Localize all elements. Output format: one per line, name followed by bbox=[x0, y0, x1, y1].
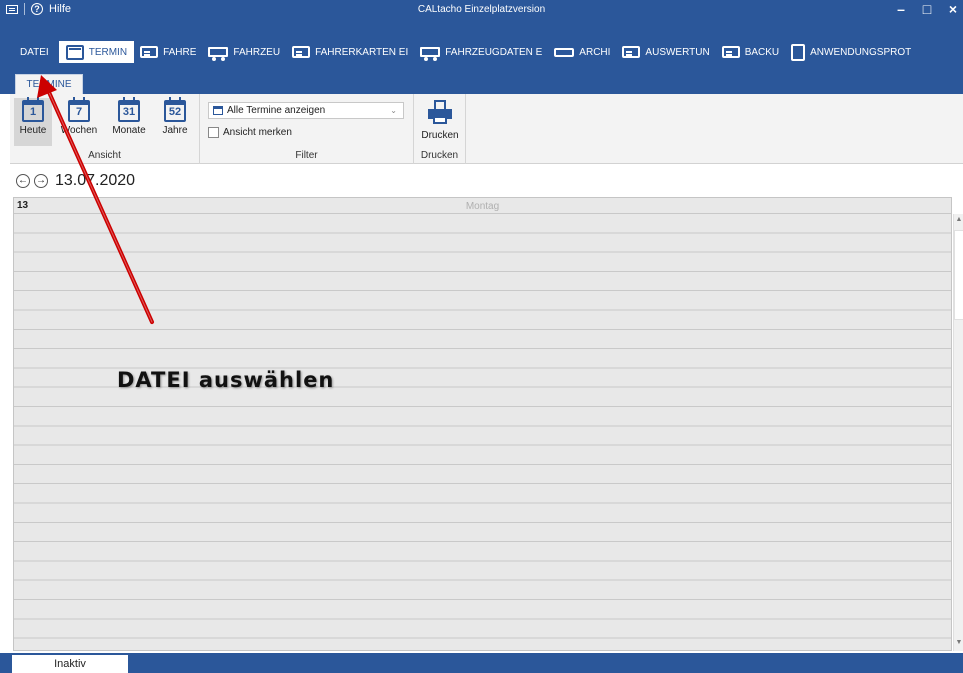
menu-file-label: DATEI bbox=[20, 46, 49, 58]
calendar-icon bbox=[213, 106, 223, 115]
menu-fahrzeuge[interactable]: FAHRZEU bbox=[202, 41, 286, 63]
close-button[interactable]: × bbox=[947, 1, 959, 17]
menu-item-label: ARCHI bbox=[579, 46, 611, 58]
calendar-day-icon: 1 bbox=[22, 97, 44, 122]
calendar-month-icon: 31 bbox=[118, 97, 140, 122]
calendar-icon bbox=[65, 44, 84, 60]
years-label: Jahre bbox=[162, 125, 188, 136]
main-menu-bar: DATEI TERMIN FAHRE FAHRZEU FAHRERKARTEN … bbox=[0, 38, 963, 66]
years-button[interactable]: 52 Jahre bbox=[156, 97, 194, 146]
filter-group: Alle Termine anzeigen ⌄ Ansicht merken F… bbox=[200, 94, 414, 164]
calendar-week-icon: 7 bbox=[68, 97, 90, 122]
today-button[interactable]: 1 Heute bbox=[14, 97, 52, 146]
driver-card-icon bbox=[140, 46, 159, 58]
date-navigation: ← → 13.07.2020 bbox=[10, 166, 963, 196]
title-bar: ? Hilfe CALtacho Einzelplatzversion – □ … bbox=[0, 0, 963, 38]
months-label: Monate bbox=[112, 125, 146, 136]
menu-archiv[interactable]: ARCHI bbox=[548, 41, 616, 63]
calendar-year-icon: 52 bbox=[164, 97, 186, 122]
menu-file[interactable]: DATEI bbox=[10, 41, 59, 63]
minimize-button[interactable]: – bbox=[895, 1, 907, 17]
tab-termine[interactable]: TERMINE bbox=[15, 74, 83, 94]
chevron-down-icon: ⌄ bbox=[390, 106, 397, 115]
menu-item-label: ANWENDUNGSPROT bbox=[810, 46, 912, 58]
today-label: Heute bbox=[19, 125, 47, 136]
maximize-button[interactable]: □ bbox=[921, 1, 933, 17]
previous-day-button[interactable]: ← bbox=[16, 174, 30, 188]
time-slots[interactable] bbox=[14, 214, 951, 650]
months-button[interactable]: 31 Monate bbox=[110, 97, 148, 146]
weeks-button[interactable]: 7 Wochen bbox=[60, 97, 98, 146]
print-button[interactable]: Drucken bbox=[419, 98, 461, 146]
printer-icon bbox=[428, 100, 452, 126]
day-view[interactable]: 13 Montag bbox=[13, 197, 952, 651]
view-group-label: Ansicht bbox=[88, 150, 121, 161]
view-group: 1 Heute 7 Wochen 31 Monate 52 Jahre Ansi… bbox=[10, 94, 200, 164]
status-bar: Inaktiv bbox=[0, 653, 963, 673]
print-group: Drucken Drucken bbox=[414, 94, 466, 164]
window-title: CALtacho Einzelplatzversion bbox=[417, 4, 546, 15]
menu-item-label: FAHRERKARTEN EI bbox=[315, 46, 409, 58]
menu-item-label: FAHRE bbox=[163, 46, 197, 58]
remember-view-checkbox[interactable]: Ansicht merken bbox=[208, 127, 292, 138]
scroll-thumb[interactable] bbox=[954, 230, 963, 320]
menu-item-label: AUSWERTUN bbox=[645, 46, 710, 58]
window-controls: – □ × bbox=[895, 1, 959, 17]
day-name: Montag bbox=[465, 201, 500, 212]
weeks-label: Wochen bbox=[60, 125, 98, 136]
day-header: 13 Montag bbox=[14, 198, 951, 214]
filter-select-value: Alle Termine anzeigen bbox=[227, 105, 326, 116]
menu-auswertung[interactable]: AUSWERTUN bbox=[616, 41, 715, 63]
archive-icon bbox=[554, 47, 575, 57]
ribbon-tab-strip: TERMINE bbox=[0, 66, 963, 94]
menu-item-label: TERMIN bbox=[88, 46, 128, 58]
print-button-label: Drucken bbox=[421, 130, 459, 141]
menu-backup[interactable]: BACKU bbox=[716, 41, 785, 63]
ribbon: 1 Heute 7 Wochen 31 Monate 52 Jahre Ansi… bbox=[10, 94, 963, 164]
menu-fahrzeugdaten-einlesen[interactable]: FAHRZEUGDATEN E bbox=[414, 41, 548, 63]
menu-item-label: FAHRZEU bbox=[233, 46, 281, 58]
annotation-text: DATEI auswählen bbox=[117, 368, 335, 392]
remember-view-label: Ansicht merken bbox=[223, 127, 292, 138]
filter-group-label: Filter bbox=[295, 150, 318, 161]
print-group-label: Drucken bbox=[420, 150, 459, 161]
menu-item-label: FAHRZEUGDATEN E bbox=[445, 46, 543, 58]
menu-anwendungsprotokoll[interactable]: ANWENDUNGSPROT bbox=[785, 41, 917, 63]
current-date: 13.07.2020 bbox=[55, 172, 136, 189]
scroll-down-icon[interactable]: ▼ bbox=[955, 639, 963, 649]
next-day-button[interactable]: → bbox=[34, 174, 48, 188]
vertical-scrollbar[interactable]: ▲ ▼ bbox=[953, 214, 963, 651]
checkbox-box[interactable] bbox=[208, 127, 219, 138]
menu-item-label: BACKU bbox=[744, 46, 780, 58]
evaluation-icon bbox=[622, 46, 641, 58]
menu-fahrer[interactable]: FAHRE bbox=[134, 41, 202, 63]
truck-import-icon bbox=[420, 47, 441, 61]
backup-icon bbox=[721, 46, 740, 58]
truck-icon bbox=[208, 47, 229, 61]
scroll-up-icon[interactable]: ▲ bbox=[955, 216, 963, 226]
log-icon bbox=[791, 43, 806, 61]
appointment-filter-select[interactable]: Alle Termine anzeigen ⌄ bbox=[208, 102, 404, 119]
menu-termine[interactable]: TERMIN bbox=[58, 41, 135, 63]
status-tab[interactable]: Inaktiv bbox=[12, 655, 128, 673]
menu-fahrerkarten-einlesen[interactable]: FAHRERKARTEN EI bbox=[286, 41, 414, 63]
card-import-icon bbox=[292, 46, 311, 58]
